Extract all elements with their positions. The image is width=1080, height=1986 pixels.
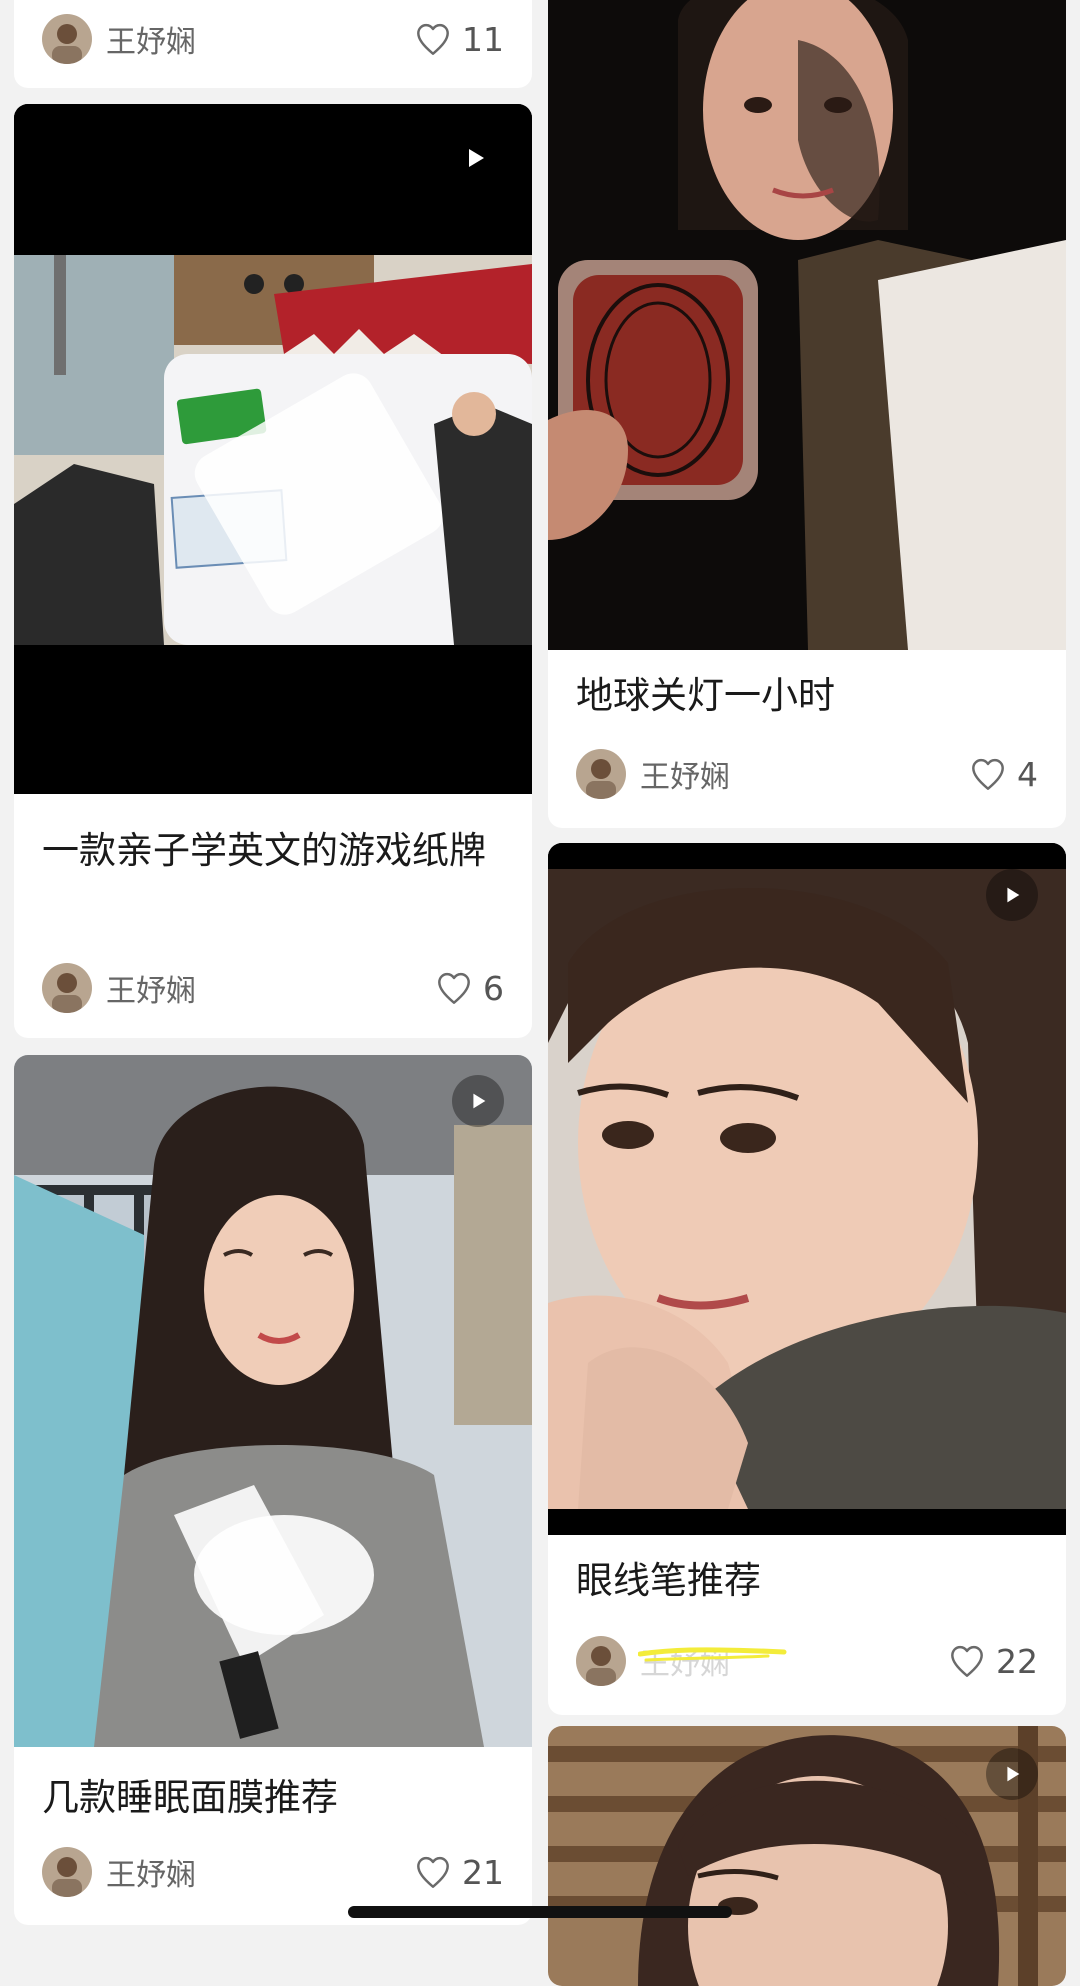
heart-outline-icon — [438, 972, 470, 1004]
feed-card-english-cards[interactable]: 一款亲子学英文的游戏纸牌 王妤娴 6 — [14, 104, 532, 1038]
post-image[interactable] — [548, 0, 1066, 650]
like-button[interactable]: 6 — [435, 969, 504, 1008]
author-avatar[interactable] — [42, 963, 92, 1013]
play-icon[interactable] — [986, 1748, 1038, 1800]
like-button[interactable]: 11 — [414, 20, 504, 59]
card-meta: 王妤娴 11 — [42, 13, 504, 65]
author-avatar[interactable] — [576, 749, 626, 799]
like-button[interactable]: 22 — [948, 1642, 1038, 1681]
author-avatar[interactable] — [576, 1636, 626, 1686]
like-button[interactable]: 4 — [969, 755, 1038, 794]
feed-card-bottom-right[interactable] — [548, 1726, 1066, 1986]
home-indicator[interactable] — [348, 1906, 732, 1918]
card-title[interactable]: 一款亲子学英文的游戏纸牌 — [42, 822, 504, 880]
card-meta: 王妤娴 21 — [42, 1846, 504, 1898]
feed-card-earth-hour[interactable]: 地球关灯一小时 王妤娴 4 — [548, 0, 1066, 828]
author-name[interactable]: 王妤娴 — [106, 1850, 414, 1894]
author-avatar[interactable] — [42, 1847, 92, 1897]
card-title[interactable]: 几款睡眠面膜推荐 — [42, 1769, 504, 1827]
heart-outline-icon — [417, 23, 449, 55]
thumbnail-image — [548, 0, 1066, 650]
author-avatar[interactable] — [42, 14, 92, 64]
heart-outline-icon — [417, 1856, 449, 1888]
like-count: 22 — [996, 1641, 1038, 1681]
play-icon[interactable] — [449, 132, 501, 184]
video-thumbnail[interactable] — [548, 843, 1066, 1535]
video-thumbnail[interactable] — [14, 1055, 532, 1747]
author-name[interactable]: 王妤娴 — [106, 17, 414, 61]
card-meta: 王妤娴 4 — [576, 748, 1038, 800]
feed-card-eyeliner[interactable]: 眼线笔推荐 王妤娴 22 — [548, 843, 1066, 1715]
like-count: 4 — [1017, 754, 1038, 794]
video-thumbnail[interactable] — [14, 104, 532, 794]
heart-outline-icon — [951, 1645, 983, 1677]
author-name[interactable]: 王妤娴 — [640, 752, 969, 796]
like-button[interactable]: 21 — [414, 1853, 504, 1892]
video-thumbnail[interactable] — [548, 1726, 1066, 1986]
play-icon[interactable] — [986, 869, 1038, 921]
card-title[interactable]: 眼线笔推荐 — [576, 1552, 1038, 1610]
author-name[interactable]: 王妤娴 — [106, 966, 435, 1010]
thumbnail-image — [14, 1055, 532, 1747]
card-title[interactable]: 地球关灯一小时 — [576, 667, 1038, 725]
like-count: 21 — [462, 1852, 504, 1892]
feed-card-top-left[interactable]: 王妤娴 11 — [14, 0, 532, 88]
like-count: 6 — [483, 968, 504, 1008]
heart-outline-icon — [972, 758, 1004, 790]
play-icon[interactable] — [452, 1075, 504, 1127]
highlight-scribble — [638, 1647, 787, 1662]
thumbnail-image — [14, 104, 532, 794]
thumbnail-image — [548, 843, 1066, 1535]
feed-card-sleeping-mask[interactable]: 几款睡眠面膜推荐 王妤娴 21 — [14, 1055, 532, 1925]
like-count: 11 — [462, 19, 504, 59]
card-meta: 王妤娴 6 — [42, 962, 504, 1014]
